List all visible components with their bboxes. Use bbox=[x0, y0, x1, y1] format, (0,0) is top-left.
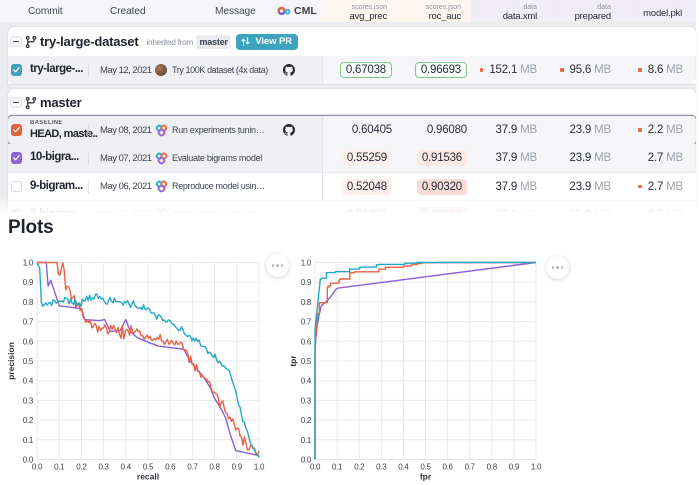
svg-text:0.7: 0.7 bbox=[23, 318, 34, 327]
svg-text:0.7: 0.7 bbox=[301, 318, 312, 327]
svg-text:0.1: 0.1 bbox=[23, 436, 34, 445]
svg-text:0.6: 0.6 bbox=[442, 463, 453, 472]
svg-text:0.8: 0.8 bbox=[301, 298, 312, 307]
svg-text:tpr: tpr bbox=[288, 355, 298, 367]
svg-text:0.9: 0.9 bbox=[232, 463, 243, 472]
svg-text:0.2: 0.2 bbox=[23, 416, 34, 425]
svg-text:0.3: 0.3 bbox=[376, 463, 387, 472]
svg-text:0.0: 0.0 bbox=[301, 456, 312, 465]
svg-text:0.8: 0.8 bbox=[23, 298, 34, 307]
svg-text:fpr: fpr bbox=[420, 472, 432, 482]
svg-text:1.0: 1.0 bbox=[531, 463, 542, 472]
svg-text:0.6: 0.6 bbox=[23, 337, 34, 346]
svg-text:0.8: 0.8 bbox=[209, 463, 220, 472]
svg-text:0.5: 0.5 bbox=[301, 357, 312, 366]
svg-text:0.7: 0.7 bbox=[187, 463, 198, 472]
svg-text:0.5: 0.5 bbox=[143, 463, 154, 472]
svg-text:0.0: 0.0 bbox=[32, 463, 43, 472]
svg-text:1.0: 1.0 bbox=[301, 259, 312, 268]
svg-text:0.3: 0.3 bbox=[23, 396, 34, 405]
svg-text:0.7: 0.7 bbox=[465, 463, 476, 472]
svg-text:1.0: 1.0 bbox=[23, 259, 34, 268]
svg-text:0.4: 0.4 bbox=[23, 377, 34, 386]
svg-text:0.6: 0.6 bbox=[301, 337, 312, 346]
svg-text:0.2: 0.2 bbox=[301, 416, 312, 425]
svg-text:recall: recall bbox=[137, 472, 159, 482]
svg-text:0.0: 0.0 bbox=[23, 456, 34, 465]
svg-text:0.9: 0.9 bbox=[509, 463, 520, 472]
svg-text:0.9: 0.9 bbox=[23, 278, 34, 287]
svg-text:0.8: 0.8 bbox=[487, 463, 498, 472]
svg-text:0.5: 0.5 bbox=[420, 463, 431, 472]
svg-text:0.9: 0.9 bbox=[301, 278, 312, 287]
svg-text:0.0: 0.0 bbox=[310, 463, 321, 472]
svg-text:0.3: 0.3 bbox=[301, 396, 312, 405]
svg-text:0.2: 0.2 bbox=[76, 463, 87, 472]
svg-text:0.4: 0.4 bbox=[398, 463, 409, 472]
svg-text:0.1: 0.1 bbox=[54, 463, 65, 472]
svg-text:precision: precision bbox=[6, 342, 16, 380]
svg-text:0.3: 0.3 bbox=[98, 463, 109, 472]
svg-text:0.1: 0.1 bbox=[332, 463, 343, 472]
svg-text:0.4: 0.4 bbox=[301, 377, 312, 386]
svg-text:1.0: 1.0 bbox=[254, 463, 265, 472]
svg-text:0.6: 0.6 bbox=[165, 463, 176, 472]
svg-text:0.1: 0.1 bbox=[301, 436, 312, 445]
svg-text:0.2: 0.2 bbox=[354, 463, 365, 472]
svg-text:0.4: 0.4 bbox=[121, 463, 132, 472]
svg-text:0.5: 0.5 bbox=[23, 357, 34, 366]
